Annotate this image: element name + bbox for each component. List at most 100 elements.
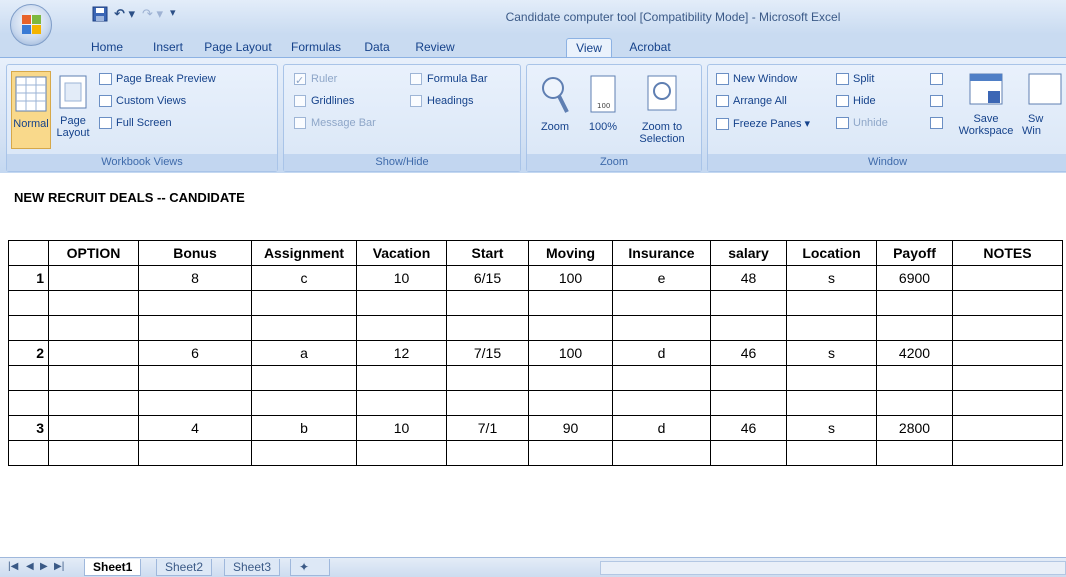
table-cell[interactable]	[612, 390, 711, 416]
table-cell[interactable]	[528, 315, 613, 341]
option-number-cell[interactable]	[8, 390, 49, 416]
table-cell[interactable]: s	[786, 340, 877, 366]
column-header-moving[interactable]: Moving	[528, 240, 613, 266]
table-cell[interactable]	[786, 440, 877, 466]
table-cell[interactable]	[876, 315, 953, 341]
table-cell[interactable]: a	[251, 340, 357, 366]
table-cell[interactable]: 48	[710, 265, 787, 291]
column-header-salary[interactable]: salary	[710, 240, 787, 266]
option-number-cell[interactable]	[8, 365, 49, 391]
table-cell[interactable]	[138, 440, 252, 466]
option-cell[interactable]	[48, 290, 139, 316]
headings-checkbox[interactable]: Headings	[410, 95, 473, 108]
option-number-cell[interactable]: 1	[8, 265, 49, 291]
tab-home[interactable]: Home	[82, 38, 132, 58]
synchronous-scrolling-icon[interactable]	[930, 95, 947, 108]
gridlines-checkbox[interactable]: Gridlines	[294, 95, 354, 108]
option-number-cell[interactable]	[8, 290, 49, 316]
split-button[interactable]: Split	[836, 73, 874, 86]
table-cell[interactable]: 46	[710, 340, 787, 366]
table-cell[interactable]	[251, 390, 357, 416]
table-cell[interactable]	[876, 290, 953, 316]
table-cell[interactable]	[710, 290, 787, 316]
zoom-100-button[interactable]: 100 100%	[581, 75, 625, 133]
next-sheet-icon[interactable]: ▶	[40, 561, 48, 572]
table-cell[interactable]	[446, 390, 529, 416]
option-cell[interactable]	[48, 440, 139, 466]
table-cell[interactable]	[612, 315, 711, 341]
table-cell[interactable]: 7/15	[446, 340, 529, 366]
table-cell[interactable]	[786, 315, 877, 341]
insert-sheet-icon[interactable]: ✦	[290, 559, 330, 576]
reset-window-position-icon[interactable]	[930, 117, 947, 130]
message-bar-checkbox[interactable]: Message Bar	[294, 117, 376, 130]
tab-insert[interactable]: Insert	[143, 38, 193, 58]
option-cell[interactable]	[48, 390, 139, 416]
save-workspace-button[interactable]: Save Workspace	[956, 73, 1016, 137]
custom-views-button[interactable]: Custom Views	[99, 95, 186, 108]
normal-view-button[interactable]: Normal	[11, 71, 51, 149]
table-cell[interactable]	[251, 365, 357, 391]
table-cell[interactable]	[786, 290, 877, 316]
table-cell[interactable]	[710, 440, 787, 466]
freeze-panes-button[interactable]: Freeze Panes ▾	[716, 117, 810, 131]
table-cell[interactable]	[251, 440, 357, 466]
table-cell[interactable]	[786, 365, 877, 391]
table-cell[interactable]: b	[251, 415, 357, 441]
column-header-start[interactable]: Start	[446, 240, 529, 266]
table-cell[interactable]	[952, 340, 1063, 366]
sheet-tab-sheet1[interactable]: Sheet1	[84, 559, 142, 576]
table-cell[interactable]: s	[786, 415, 877, 441]
option-number-cell[interactable]	[8, 440, 49, 466]
option-cell[interactable]	[48, 265, 139, 291]
table-cell[interactable]: 8	[138, 265, 252, 291]
table-cell[interactable]	[876, 440, 953, 466]
table-cell[interactable]	[952, 315, 1063, 341]
formula-bar-checkbox[interactable]: Formula Bar	[410, 73, 488, 86]
full-screen-button[interactable]: Full Screen	[99, 117, 172, 130]
table-cell[interactable]: 100	[528, 340, 613, 366]
zoom-to-selection-button[interactable]: Zoom to Selection	[627, 75, 697, 145]
table-cell[interactable]	[356, 440, 447, 466]
table-cell[interactable]: e	[612, 265, 711, 291]
table-cell[interactable]	[528, 440, 613, 466]
option-cell[interactable]	[48, 340, 139, 366]
table-cell[interactable]	[138, 315, 252, 341]
option-cell[interactable]	[48, 315, 139, 341]
tab-formulas[interactable]: Formulas	[286, 38, 346, 58]
worksheet[interactable]: NEW RECRUIT DEALS -- CANDIDATE OPTION Bon…	[0, 173, 1066, 557]
column-header-notes[interactable]: NOTES	[952, 240, 1063, 266]
table-cell[interactable]	[528, 390, 613, 416]
table-cell[interactable]	[528, 290, 613, 316]
horizontal-scrollbar[interactable]	[600, 561, 1066, 575]
table-cell[interactable]	[710, 365, 787, 391]
table-cell[interactable]	[710, 315, 787, 341]
table-cell[interactable]	[786, 390, 877, 416]
table-cell[interactable]	[952, 440, 1063, 466]
table-cell[interactable]	[952, 415, 1063, 441]
column-header-location[interactable]: Location	[786, 240, 877, 266]
table-cell[interactable]: 46	[710, 415, 787, 441]
last-sheet-icon[interactable]: ▶|	[54, 561, 64, 572]
table-cell[interactable]	[356, 290, 447, 316]
table-cell[interactable]: 4	[138, 415, 252, 441]
option-number-cell[interactable]: 2	[8, 340, 49, 366]
table-cell[interactable]: 10	[356, 415, 447, 441]
table-cell[interactable]: c	[251, 265, 357, 291]
table-cell[interactable]	[446, 290, 529, 316]
table-cell[interactable]	[952, 365, 1063, 391]
office-button[interactable]	[10, 4, 52, 46]
table-cell[interactable]: 10	[356, 265, 447, 291]
prev-sheet-icon[interactable]: ◀	[26, 561, 34, 572]
table-cell[interactable]	[356, 365, 447, 391]
table-cell[interactable]: 12	[356, 340, 447, 366]
tab-acrobat[interactable]: Acrobat	[622, 38, 678, 58]
table-cell[interactable]: 6/15	[446, 265, 529, 291]
table-cell[interactable]: d	[612, 340, 711, 366]
table-cell[interactable]	[876, 365, 953, 391]
tab-page-layout[interactable]: Page Layout	[199, 38, 277, 58]
table-cell[interactable]	[952, 265, 1063, 291]
switch-windows-button[interactable]: Sw Win	[1020, 73, 1062, 137]
table-cell[interactable]: 4200	[876, 340, 953, 366]
column-header-vacation[interactable]: Vacation	[356, 240, 447, 266]
